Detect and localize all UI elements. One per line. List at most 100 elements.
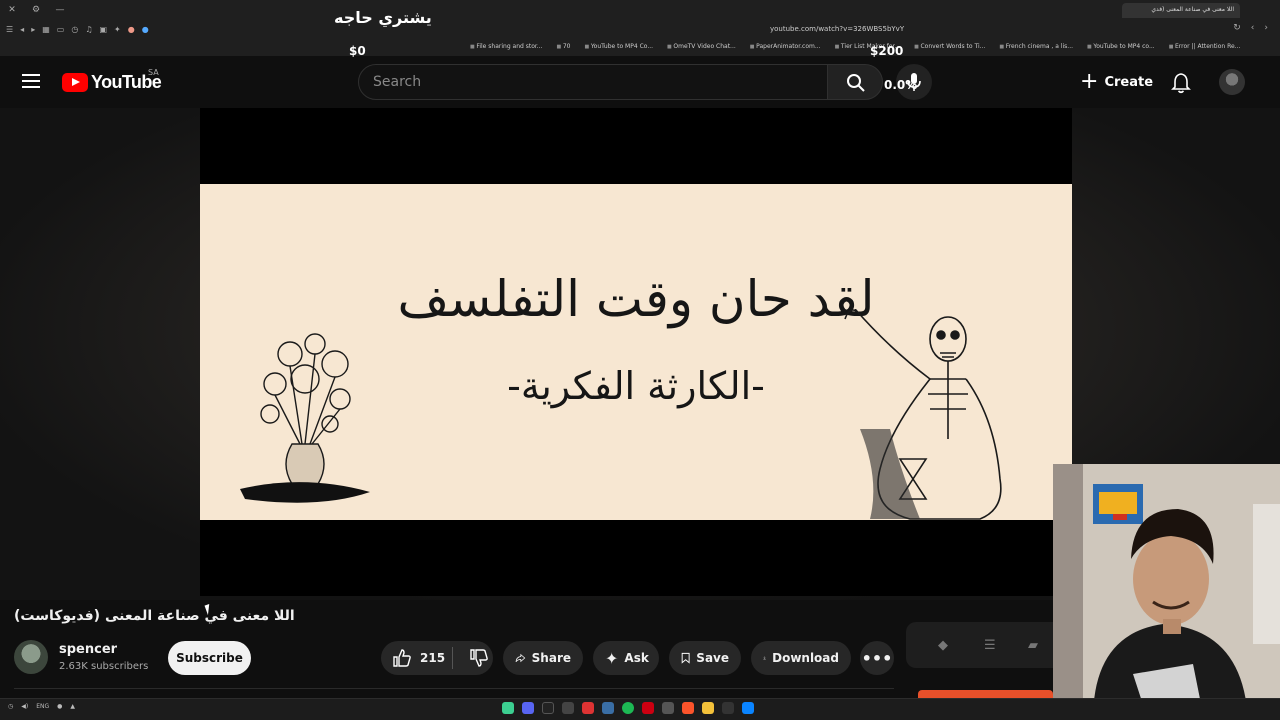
dislike-button[interactable] (459, 648, 489, 668)
stream-overlay-amount-right: $200 (870, 44, 904, 58)
video-frame[interactable]: لقد حان وقت التفلسف -الكارثة الفكرية- (200, 184, 1072, 520)
browser-toolbar (0, 20, 1280, 40)
flower-vase-illustration (240, 333, 370, 503)
address-bar[interactable]: youtube.com/watch?v=326WBS5bYvY (770, 25, 904, 33)
share-label: Share (531, 651, 571, 665)
download-button[interactable]: Download (751, 641, 851, 675)
bookmark-item[interactable]: Error || Attention Re... (1169, 43, 1240, 50)
bookmark-item[interactable]: 70 (557, 43, 571, 50)
taskbar-tray-left: ◷ ◀) ENG ● ▲ (8, 703, 75, 710)
list-icon[interactable]: ☰ (984, 638, 996, 653)
extension-icon-3[interactable]: ● (142, 25, 149, 34)
notifications-bell-icon[interactable] (1170, 72, 1192, 94)
extension-icon[interactable]: ✦ (114, 25, 121, 34)
like-count: 215 (420, 651, 446, 665)
bookmark-sidebar-icon[interactable]: ▭ (57, 25, 65, 34)
history-icon[interactable]: ◷ (71, 25, 78, 34)
close-window-icon[interactable]: ✕ (0, 5, 24, 15)
app-icon-gray[interactable] (662, 702, 674, 714)
subscriber-count: 2.63K subscribers (59, 661, 149, 672)
guide-menu-icon[interactable] (22, 74, 40, 88)
youtube-logo[interactable]: YouTube (62, 72, 162, 93)
country-code: SA (148, 68, 159, 77)
channel-name[interactable]: spencer (59, 642, 117, 657)
bookmark-item[interactable]: File sharing and stor... (470, 43, 542, 50)
browser-nav-icons: ☰ ◂ ▸ ▦ ▭ ◷ ♫ ▣ ✦ ● ● (6, 25, 149, 34)
clock-icon: ◷ (8, 703, 14, 710)
back-icon[interactable]: ◂ (20, 25, 24, 34)
save-label: Save (696, 651, 729, 665)
more-actions-button[interactable]: ••• (860, 641, 894, 675)
app-icon-red[interactable] (642, 702, 654, 714)
share-button[interactable]: Share (503, 641, 583, 675)
chat-icon[interactable]: ▰ (1028, 638, 1038, 653)
tab-grid-icon[interactable]: ▦ (42, 25, 50, 34)
account-avatar[interactable] (1219, 69, 1245, 95)
bookmark-item[interactable]: OmeTV Video Chat... (667, 43, 735, 50)
browser-menu-icon[interactable]: ⚙ (24, 5, 48, 15)
reload-icon[interactable]: ↻ (1233, 23, 1241, 33)
brave-browser-icon[interactable] (682, 702, 694, 714)
more-dots-icon: ••• (861, 648, 893, 668)
sparkle-icon: ✦ (605, 648, 619, 668)
capcut-icon[interactable] (562, 702, 574, 714)
bookmark-icon (681, 652, 690, 664)
panel-accent-bar (918, 690, 1053, 698)
bookmark-item[interactable]: French cinema , a lis... (999, 43, 1073, 50)
bookmark-item[interactable]: Convert Words to Ti... (914, 43, 985, 50)
diamond-icon[interactable]: ◆ (938, 638, 948, 653)
windows-start-icon[interactable] (742, 702, 754, 714)
extension-icon-2[interactable]: ● (128, 25, 135, 34)
search-input[interactable]: Search (358, 64, 828, 100)
search-button[interactable] (827, 64, 883, 100)
channel-avatar[interactable] (14, 640, 48, 674)
like-dislike-group: 215 (381, 641, 493, 675)
discord-icon[interactable] (522, 702, 534, 714)
share-icon (515, 653, 526, 663)
search-taskbar-icon[interactable] (722, 702, 734, 714)
browser-tab-active[interactable]: اللا معنى في صناعة المعنى (فدي (1122, 3, 1240, 18)
create-button[interactable]: + Create (1072, 64, 1153, 100)
video-title: اللا معنى في صناعة المعنى (فديوكاست) (14, 608, 295, 624)
sidebar-toggle-icon[interactable]: ☰ (6, 25, 13, 34)
tiktok-icon[interactable] (542, 702, 554, 714)
file-explorer-icon[interactable] (702, 702, 714, 714)
tray-icon[interactable]: ▲ (70, 703, 75, 710)
stream-overlay-percent: 0.0% (884, 78, 918, 92)
bookmark-item[interactable]: YouTube to MP4 co... (1087, 43, 1154, 50)
search-icon (847, 74, 865, 92)
streamer-webcam-image (1053, 464, 1280, 720)
taskbar-apps (502, 702, 754, 714)
volume-icon[interactable]: ◀) (21, 703, 28, 710)
steam-icon[interactable] (602, 702, 614, 714)
skeleton-hourglass-illustration (844, 309, 1002, 520)
plus-icon: + (1080, 69, 1099, 94)
record-icon[interactable] (582, 702, 594, 714)
divider (14, 688, 894, 689)
spotify-icon[interactable] (622, 702, 634, 714)
mic-tray-icon[interactable]: ● (57, 703, 62, 710)
thumbs-up-icon (393, 649, 411, 667)
subscribe-button[interactable]: Subscribe (168, 641, 251, 675)
thumbs-down-icon (470, 649, 488, 667)
save-button[interactable]: Save (669, 641, 741, 675)
bookmark-item[interactable]: PaperAnimator.com... (750, 43, 820, 50)
stream-overlay-text: يشتري حاجه (334, 8, 432, 27)
ask-button[interactable]: ✦ Ask (593, 641, 659, 675)
bookmark-item[interactable]: YouTube to MP4 Co... (584, 43, 653, 50)
nav-forward-icon[interactable]: › (1264, 23, 1268, 33)
taskbar-app-icon[interactable] (502, 702, 514, 714)
ask-label: Ask (624, 651, 649, 665)
stream-overlay-amount-left: $0 (349, 44, 366, 58)
minimize-icon[interactable]: — (48, 5, 72, 15)
like-button[interactable]: 215 (381, 647, 453, 669)
language-indicator[interactable]: ENG (36, 703, 49, 710)
youtube-play-icon (62, 73, 88, 92)
download-icon (763, 656, 766, 660)
nav-back-icon[interactable]: ‹ (1251, 23, 1255, 33)
download-label: Download (772, 651, 839, 665)
browser-title-bar: ✕ ⚙ — (0, 0, 1280, 20)
forward-icon[interactable]: ▸ (31, 25, 35, 34)
music-icon[interactable]: ♫ (85, 25, 92, 34)
window-icon[interactable]: ▣ (99, 25, 107, 34)
